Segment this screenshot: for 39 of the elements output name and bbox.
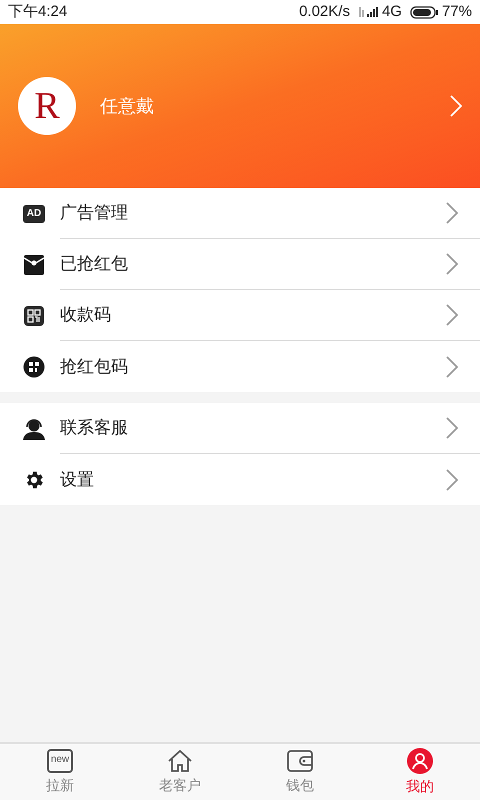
menu-label: 收款码 xyxy=(60,304,112,326)
qr-code-icon xyxy=(23,304,45,326)
user-icon xyxy=(407,748,433,774)
menu-label: 联系客服 xyxy=(60,417,129,440)
chevron-right-icon xyxy=(446,356,458,378)
network-type: 4G xyxy=(382,2,402,22)
menu-item[interactable]: 联系客服 xyxy=(0,403,480,454)
menu-label: 广告管理 xyxy=(60,202,129,224)
chevron-right-icon xyxy=(446,468,458,490)
network-speed: 0.02K/s xyxy=(299,2,350,22)
chevron-right-icon xyxy=(450,95,462,117)
envelope-icon xyxy=(23,254,45,276)
tab[interactable]: 我的 xyxy=(360,744,480,800)
tab[interactable]: new 拉新 xyxy=(0,744,120,800)
home-icon xyxy=(167,748,193,772)
status-time: 下午4:24 xyxy=(8,2,68,22)
menu-label: 设置 xyxy=(60,468,95,491)
wallet-icon xyxy=(287,748,313,772)
battery-percent: 77% xyxy=(442,2,472,22)
user-name: 任意戴 xyxy=(100,94,155,118)
signal-icon xyxy=(358,6,378,18)
menu-item[interactable]: 设置 xyxy=(0,454,480,505)
menu-item[interactable]: AD 广告管理 xyxy=(0,188,480,239)
chevron-right-icon xyxy=(446,253,458,275)
chevron-right-icon xyxy=(446,202,458,224)
headset-person-icon xyxy=(22,418,46,440)
ad-icon: AD xyxy=(23,204,45,222)
menu-label: 已抢红包 xyxy=(60,253,129,276)
avatar: R xyxy=(18,77,76,135)
new-badge-icon: new xyxy=(47,748,73,772)
menu-item[interactable]: 抢红包码 xyxy=(0,341,480,392)
chevron-right-icon xyxy=(446,417,458,439)
battery-icon xyxy=(410,6,438,18)
menu-label: 抢红包码 xyxy=(60,356,129,378)
menu-item[interactable]: 收款码 xyxy=(0,290,480,341)
menu-item[interactable]: 已抢红包 xyxy=(0,239,480,290)
chevron-right-icon xyxy=(446,304,458,326)
profile-header[interactable]: R 任意戴 xyxy=(0,24,480,188)
qr-code-icon xyxy=(23,356,45,378)
